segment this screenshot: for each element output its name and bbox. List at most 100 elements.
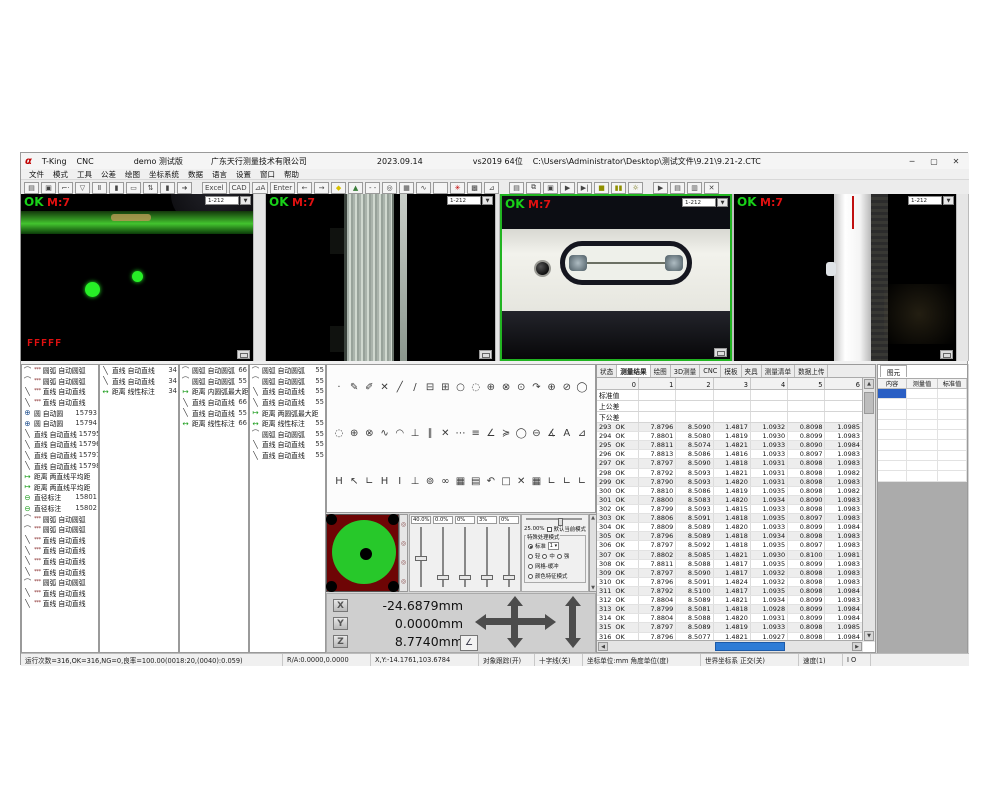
feature-list-item[interactable]: ⌒圆弧自动圆弧55 — [250, 429, 325, 440]
measure-tool-icon[interactable]: ▦ — [530, 474, 542, 488]
measure-tool-icon[interactable]: ▤ — [470, 474, 482, 488]
light-center-dot[interactable] — [360, 548, 372, 560]
table-row[interactable]: 297OK7.87978.50901.48181.09310.80981.098… — [597, 459, 863, 468]
feature-list-item[interactable]: ╲直线自动直线15797 — [22, 450, 98, 461]
pan-vertical-arrow[interactable] — [511, 604, 518, 640]
feature-list-item[interactable]: ↔距离线性标注66 — [180, 418, 248, 429]
measure-tool-icon[interactable]: ✎ — [348, 380, 360, 394]
screen-button[interactable]: ▭ — [126, 182, 141, 194]
measure-tool-icon[interactable]: ⊕ — [485, 380, 497, 394]
curve-button[interactable]: ∿ — [416, 182, 431, 194]
light-slider[interactable]: 3% — [476, 515, 498, 591]
feature-list-item[interactable]: ╲直线自动直线34 — [100, 365, 178, 376]
measure-tool-icon[interactable]: ∿ — [379, 426, 391, 440]
feature-list-item[interactable]: ↔距离线性标注55 — [250, 418, 325, 429]
feature-list-item[interactable]: ╲***直线自动直线 — [22, 566, 98, 577]
feature-list-item[interactable]: ⌒***圆弧自动圆弧 — [22, 524, 98, 535]
element-row[interactable] — [878, 440, 967, 450]
measure-tool-icon[interactable]: · — [333, 380, 345, 394]
measure-tool-icon[interactable]: ✐ — [363, 380, 375, 394]
table-row[interactable]: 307OK7.88028.50851.48211.09300.81001.098… — [597, 551, 863, 560]
gray-block-1[interactable]: ▮ — [109, 182, 124, 194]
tab-测量结果[interactable]: 测量结果 — [617, 365, 650, 377]
blank-button[interactable] — [433, 182, 448, 194]
tab-3D测量[interactable]: 3D测量 — [671, 365, 700, 377]
measure-tool-icon[interactable]: ◠ — [394, 426, 406, 440]
tab-CNC[interactable]: CNC — [700, 365, 721, 377]
feature-list-item[interactable]: ╲直线自动直线15795 — [22, 429, 98, 440]
table-vertical-scrollbar[interactable]: ▲ ▼ — [862, 378, 875, 642]
feature-list-item[interactable]: ╲***直线自动直线 — [22, 598, 98, 609]
pause-button[interactable]: ▮▮ — [611, 182, 626, 194]
measure-tool-icon[interactable]: □ — [500, 474, 512, 488]
table-row[interactable]: 309OK7.87978.50901.48171.09320.80981.098… — [597, 569, 863, 578]
ring-light-icon[interactable]: ◎ — [401, 521, 406, 528]
close-button[interactable]: ✕ — [945, 153, 967, 169]
camera-range-dropdown[interactable]: 1-212 — [205, 196, 239, 205]
tolerance-row[interactable]: 标准值 — [597, 390, 863, 401]
feature-list-item[interactable]: ↦距离两圆弧最大距 — [250, 407, 325, 418]
measure-tool-icon[interactable]: ⊕ — [348, 426, 360, 440]
light-slider[interactable]: 0% — [498, 515, 520, 591]
measure-tool-icon[interactable]: ✕ — [379, 380, 391, 394]
table-row[interactable]: 293OK7.87968.50901.48171.09320.80981.098… — [597, 423, 863, 432]
element-row[interactable] — [878, 389, 967, 399]
level-radio-强[interactable] — [557, 554, 562, 559]
feature-list-item[interactable]: ↦距离两直线平均距 — [22, 471, 98, 482]
feature-list-item[interactable]: ╲直线自动直线15798 — [22, 460, 98, 471]
camera-resize-icon[interactable] — [479, 350, 492, 359]
table-row[interactable]: 303OK7.88068.50911.48181.09350.80971.098… — [597, 514, 863, 523]
feature-list-item[interactable]: ⊖直径标注15801 — [22, 492, 98, 503]
feature-list-item[interactable]: ╲直线自动直线34 — [100, 376, 178, 387]
measure-tool-icon[interactable]: ⊥ — [409, 426, 421, 440]
measure-tool-icon[interactable]: ⊖ — [530, 426, 542, 440]
feature-list-item[interactable]: ╲直线自动直线55 — [250, 397, 325, 408]
measure-tool-icon[interactable]: ⊗ — [500, 380, 512, 394]
arrow-left-button[interactable]: ← — [297, 182, 312, 194]
measure-tool-icon[interactable]: I — [394, 474, 406, 488]
light-slider[interactable]: 0% — [454, 515, 476, 591]
table-row[interactable]: 306OK7.87978.50921.48181.09350.80971.098… — [597, 541, 863, 550]
feature-list-item[interactable]: ╲直线自动直线66 — [180, 397, 248, 408]
table-horizontal-scrollbar[interactable]: ◀ ▶ — [597, 640, 863, 652]
shield-button[interactable]: ▽ — [75, 182, 90, 194]
clamp-button[interactable]: Ⅱ — [92, 182, 107, 194]
element-row[interactable] — [878, 399, 967, 409]
pan-down-arrowhead[interactable] — [507, 638, 523, 648]
measure-tool-icon[interactable]: ⊥ — [409, 474, 421, 488]
measure-tool-icon[interactable]: ╱ — [394, 380, 406, 394]
menu-item-绘图[interactable]: 绘图 — [125, 169, 140, 180]
menu-item-工具[interactable]: 工具 — [77, 169, 92, 180]
menu-item-帮助[interactable]: 帮助 — [284, 169, 299, 180]
slider-thumb[interactable] — [415, 556, 427, 561]
table-row[interactable]: 302OK7.87998.50931.48151.09330.80981.098… — [597, 505, 863, 514]
save3-button[interactable]: ▤ — [670, 182, 685, 194]
table-row[interactable]: 300OK7.88108.50861.48191.09350.80981.098… — [597, 487, 863, 496]
tab-模板[interactable]: 模板 — [721, 365, 741, 377]
feature-list-item[interactable]: ╲***直线自动直线 — [22, 545, 98, 556]
feature-list-item[interactable]: ╲***直线自动直线 — [22, 535, 98, 546]
menu-item-公差[interactable]: 公差 — [101, 169, 116, 180]
tolerance-row[interactable]: 下公差 — [597, 412, 863, 423]
measure-tool-icon[interactable]: ⊞ — [439, 380, 451, 394]
light-slider[interactable]: 0.0% — [432, 515, 454, 591]
standard-radio[interactable] — [528, 544, 533, 549]
table-row[interactable]: 296OK7.88138.50861.48161.09330.80971.098… — [597, 450, 863, 459]
feature-list-item[interactable]: ⊖直径标注15802 — [22, 503, 98, 514]
measure-tool-icon[interactable]: ∟ — [546, 474, 558, 488]
table-row[interactable]: 295OK7.88118.50741.48211.09330.80901.098… — [597, 441, 863, 450]
camera-range-dropdown[interactable]: 1-212 — [908, 196, 942, 205]
measure-tool-icon[interactable]: ⊕ — [546, 380, 558, 394]
chart-button[interactable]: ⊿ — [484, 182, 499, 194]
dither-button[interactable]: ▩ — [467, 182, 482, 194]
table-row[interactable]: 308OK7.88118.50881.48171.09350.80991.098… — [597, 560, 863, 569]
copy-button[interactable]: ⧉ — [526, 182, 541, 194]
camera-splitter-1[interactable] — [253, 194, 266, 361]
measure-tool-icon[interactable]: ∟ — [363, 474, 375, 488]
measure-tool-icon[interactable]: ↷ — [530, 380, 542, 394]
axis-jog-button[interactable]: ∠ — [460, 635, 478, 651]
measure-tool-icon[interactable]: ⊟ — [424, 380, 436, 394]
menu-item-文件[interactable]: 文件 — [29, 169, 44, 180]
table-row[interactable]: 315OK7.87978.50891.48191.09330.80981.098… — [597, 623, 863, 632]
camera-view-1[interactable]: FFFFF OK M:7 1-212 ▼ — [21, 194, 253, 361]
